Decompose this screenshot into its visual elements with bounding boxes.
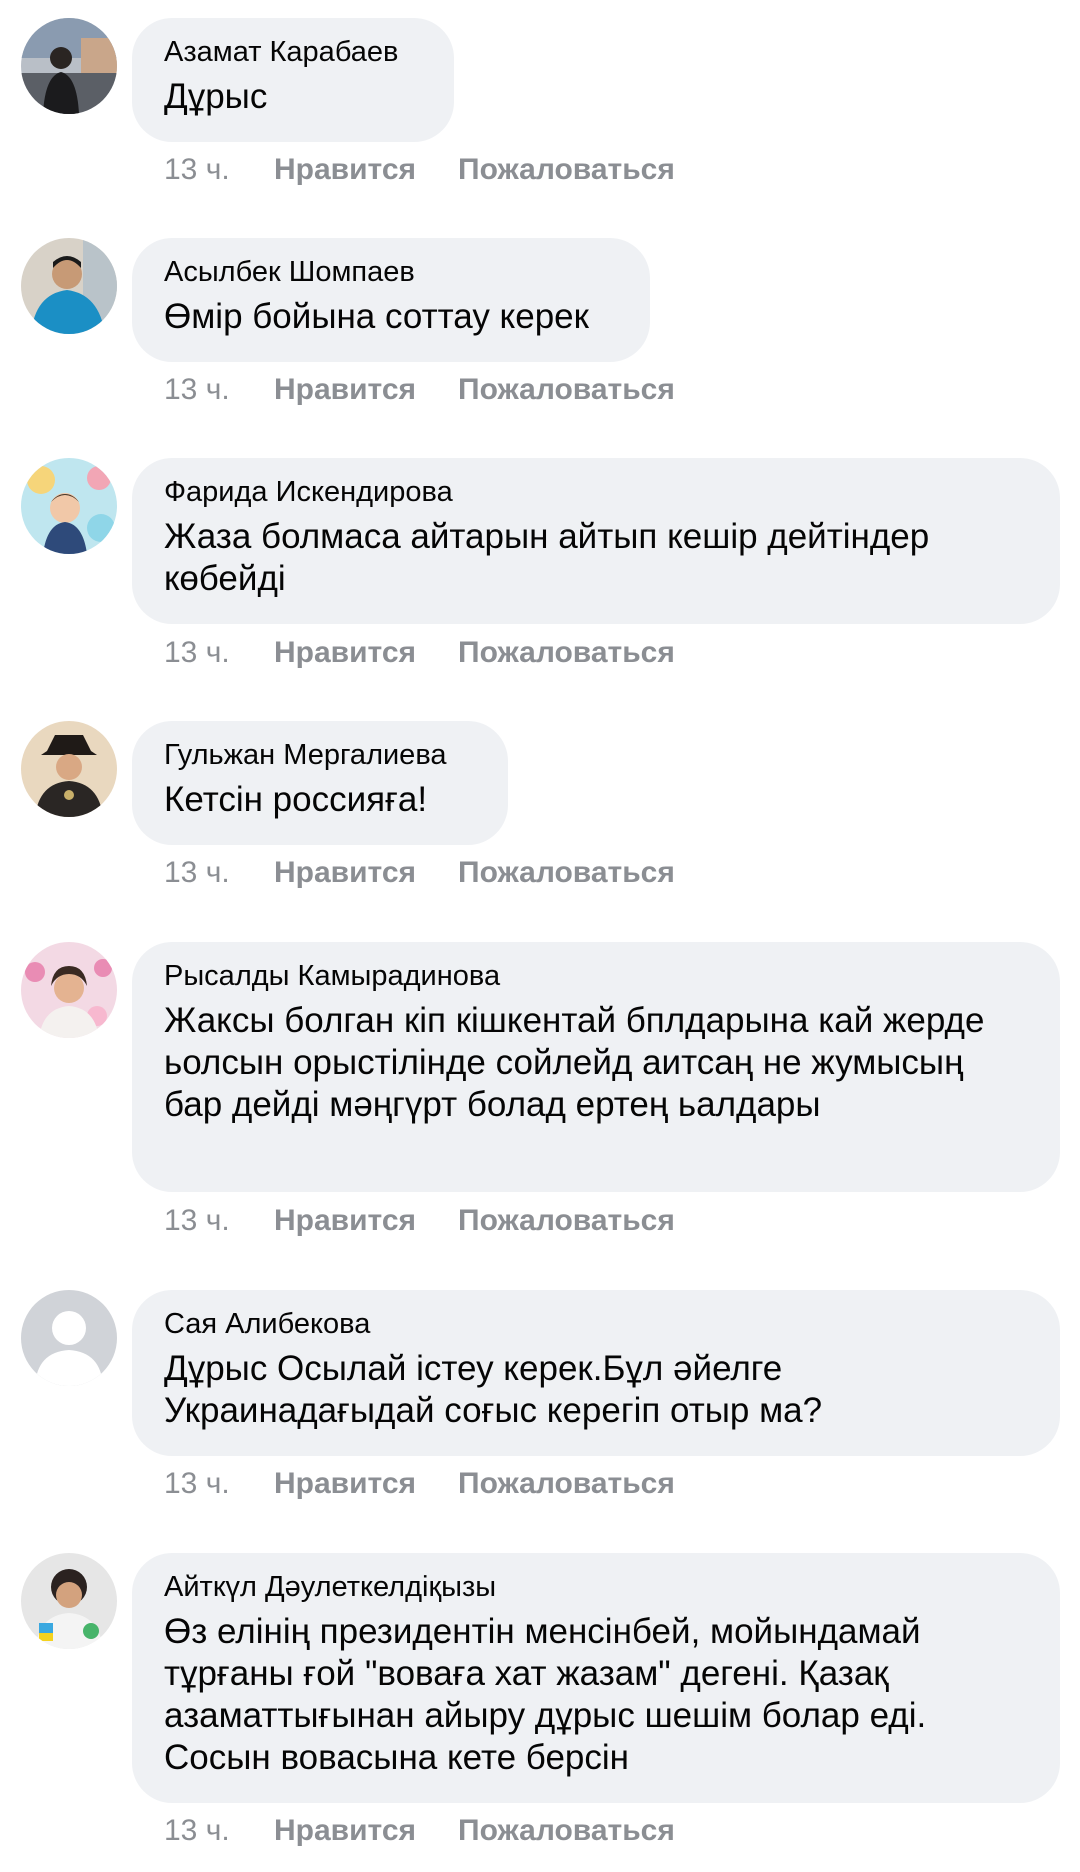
user-photo-icon: [21, 458, 117, 554]
comment-actions: 13 ч. Нравится Пожаловаться: [164, 152, 675, 188]
like-button[interactable]: Нравится: [274, 1204, 458, 1238]
like-button[interactable]: Нравится: [274, 856, 458, 890]
comment-author[interactable]: Фарида Искендирова: [164, 474, 1026, 510]
default-avatar-icon: [21, 1290, 117, 1386]
user-photo-icon: [21, 721, 117, 817]
comment-time[interactable]: 13 ч.: [164, 1467, 274, 1501]
comment-actions: 13 ч. Нравится Пожаловаться: [164, 855, 675, 891]
comment-bubble: Азамат Карабаев Дұрыс: [132, 18, 454, 142]
report-button[interactable]: Пожаловаться: [458, 1814, 675, 1848]
comment-text: Жаза болмаса айтарын айтып кешір дейтінд…: [164, 517, 930, 598]
comment-author[interactable]: Асылбек Шомпаев: [164, 254, 616, 290]
comment-text: Дұрыс: [164, 77, 268, 116]
comment-time[interactable]: 13 ч.: [164, 1204, 274, 1238]
comment-bubble: Айткүл Дәулеткелдіқызы Өз елінің президе…: [132, 1553, 1060, 1803]
comment-bubble: Асылбек Шомпаев Өмір бойына соттау керек: [132, 238, 650, 362]
comment-actions: 13 ч. Нравится Пожаловаться: [164, 372, 675, 408]
comment-author[interactable]: Айткүл Дәулеткелдіқызы: [164, 1569, 1026, 1605]
like-button[interactable]: Нравится: [274, 373, 458, 407]
like-button[interactable]: Нравится: [274, 1814, 458, 1848]
comment-time[interactable]: 13 ч.: [164, 1814, 274, 1848]
avatar[interactable]: [21, 1290, 117, 1386]
comment-actions: 13 ч. Нравится Пожаловаться: [164, 1813, 675, 1849]
comment-text: Өмір бойына соттау керек: [164, 297, 589, 336]
user-photo-icon: [21, 942, 117, 1038]
comment-author[interactable]: Сая Алибекова: [164, 1306, 1026, 1342]
like-button[interactable]: Нравится: [274, 1467, 458, 1501]
avatar[interactable]: [21, 1553, 117, 1649]
comment-text: Өз елінің президентін менсінбей, мойында…: [164, 1612, 927, 1777]
comment-time[interactable]: 13 ч.: [164, 153, 274, 187]
like-button[interactable]: Нравится: [274, 153, 458, 187]
comment-actions: 13 ч. Нравится Пожаловаться: [164, 1203, 675, 1239]
avatar[interactable]: [21, 458, 117, 554]
comment-time[interactable]: 13 ч.: [164, 636, 274, 670]
report-button[interactable]: Пожаловаться: [458, 1204, 675, 1238]
comment-actions: 13 ч. Нравится Пожаловаться: [164, 1466, 675, 1502]
comment-bubble: Сая Алибекова Дұрыс Осылай істеу керек.Б…: [132, 1290, 1060, 1456]
report-button[interactable]: Пожаловаться: [458, 373, 675, 407]
comment-text: Жаксы болган кіп кішкентай бплдарына кай…: [164, 1001, 985, 1124]
comment-time[interactable]: 13 ч.: [164, 373, 274, 407]
comment-author[interactable]: Рысалды Камырадинова: [164, 958, 1026, 994]
user-photo-icon: [21, 238, 117, 334]
avatar[interactable]: [21, 942, 117, 1038]
comment-time[interactable]: 13 ч.: [164, 856, 274, 890]
user-photo-icon: [21, 18, 117, 114]
comment-bubble: Фарида Искендирова Жаза болмаса айтарын …: [132, 458, 1060, 624]
comment-bubble: Гульжан Мергалиева Кетсін россияға!: [132, 721, 508, 845]
report-button[interactable]: Пожаловаться: [458, 856, 675, 890]
user-photo-icon: [21, 1553, 117, 1649]
comment-author[interactable]: Азамат Карабаев: [164, 34, 420, 70]
comment-text: Дұрыс Осылай істеу керек.Бұл әйелге Укра…: [164, 1349, 823, 1430]
comment-author[interactable]: Гульжан Мергалиева: [164, 737, 474, 773]
comment-actions: 13 ч. Нравится Пожаловаться: [164, 635, 675, 671]
avatar[interactable]: [21, 238, 117, 334]
comment-text: Кетсін россияға!: [164, 780, 428, 819]
report-button[interactable]: Пожаловаться: [458, 1467, 675, 1501]
like-button[interactable]: Нравится: [274, 636, 458, 670]
avatar[interactable]: [21, 721, 117, 817]
report-button[interactable]: Пожаловаться: [458, 636, 675, 670]
report-button[interactable]: Пожаловаться: [458, 153, 675, 187]
comment-bubble: Рысалды Камырадинова Жаксы болган кіп кі…: [132, 942, 1060, 1192]
avatar[interactable]: [21, 18, 117, 114]
